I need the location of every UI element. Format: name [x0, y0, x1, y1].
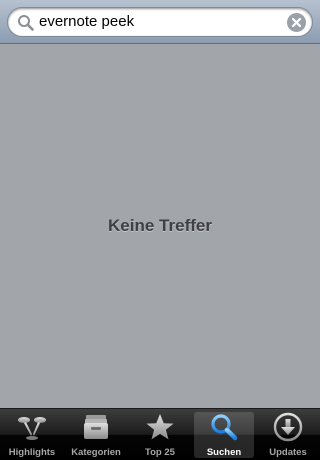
download-icon	[273, 412, 303, 442]
search-icon	[17, 14, 35, 32]
tab-top-25[interactable]: Top 25	[128, 409, 192, 460]
search-icon	[209, 412, 239, 442]
results-area: Keine Treffer	[0, 44, 320, 408]
tab-bar: Highlights Kategorien Top 25 Suchen Upda…	[0, 408, 320, 460]
highlights-icon	[17, 412, 47, 442]
tab-updates[interactable]: Updates	[256, 409, 320, 460]
tab-suchen[interactable]: Suchen	[192, 409, 256, 460]
no-results-message: Keine Treffer	[108, 216, 212, 235]
app-store-search-screen: Keine Treffer	[0, 0, 320, 460]
star-icon	[145, 412, 175, 442]
clear-icon[interactable]	[287, 13, 306, 32]
categories-icon	[81, 412, 111, 442]
tab-label: Updates	[269, 447, 307, 458]
search-bar	[0, 0, 320, 44]
tab-label: Highlights	[8, 447, 56, 458]
tab-label: Kategorien	[71, 447, 121, 458]
tab-kategorien[interactable]: Kategorien	[64, 409, 128, 460]
search-field[interactable]	[7, 7, 313, 37]
tab-label: Suchen	[206, 447, 242, 458]
tab-highlights[interactable]: Highlights	[0, 409, 64, 460]
search-input[interactable]	[39, 12, 279, 32]
tab-label: Top 25	[145, 447, 175, 458]
